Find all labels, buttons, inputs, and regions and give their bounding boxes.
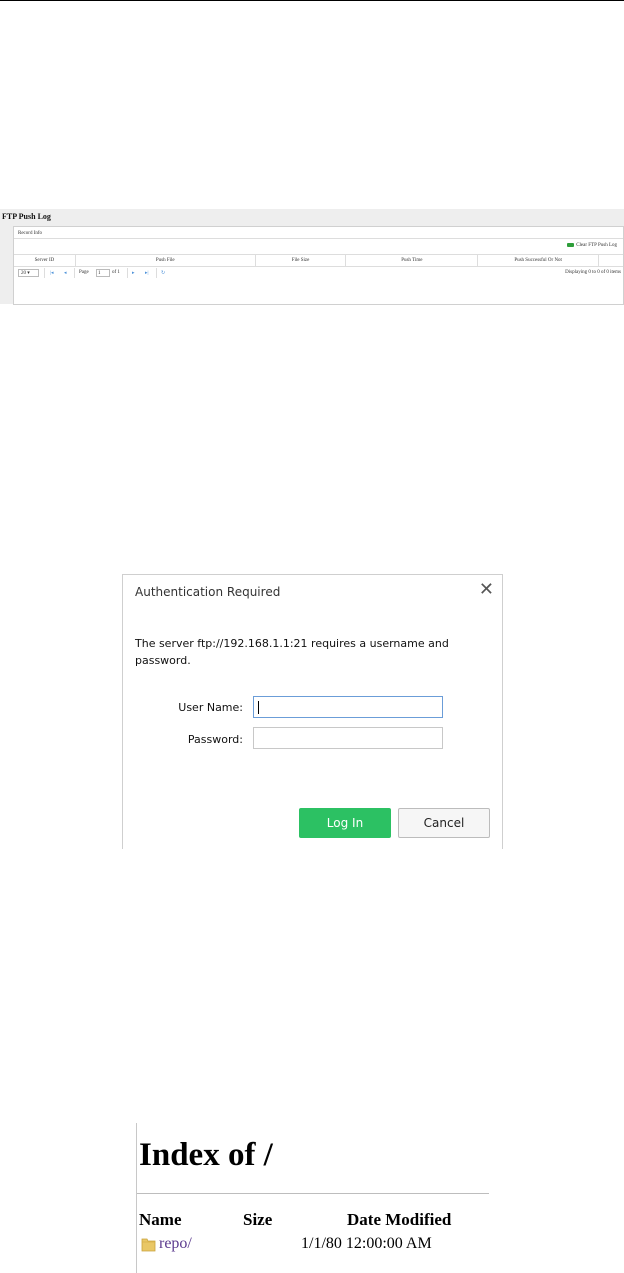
last-page-icon[interactable]: ▸| — [145, 270, 149, 276]
file-link-repo[interactable]: repo/ — [159, 1235, 192, 1253]
page-size-select[interactable]: 20 ▾ — [18, 269, 39, 277]
page-of-label: of 1 — [112, 270, 120, 275]
record-info-box: Record Info Clear FTP Push Log Server ID… — [13, 226, 624, 305]
clear-icon — [567, 243, 575, 247]
col-name: Name — [139, 1210, 182, 1229]
page-label: Page — [79, 270, 89, 275]
pager-separator — [44, 268, 45, 278]
col-filler — [599, 255, 623, 266]
password-label: Password: — [187, 733, 243, 746]
cancel-button[interactable]: Cancel — [398, 808, 490, 838]
folder-icon — [141, 1238, 156, 1252]
log-in-button[interactable]: Log In — [299, 808, 391, 838]
dialog-crop-edge — [122, 849, 503, 850]
col-push-time[interactable]: Push Time — [346, 255, 479, 266]
pager-separator — [127, 268, 128, 278]
password-field[interactable] — [253, 727, 443, 749]
top-border — [0, 0, 624, 1]
dialog-message: The server ftp://192.168.1.1:21 requires… — [135, 637, 449, 667]
next-page-icon[interactable]: ▸ — [132, 270, 135, 276]
row-date-modified: 1/1/80 12:00:00 AM — [301, 1235, 432, 1252]
clear-ftp-log-label: Clear FTP Push Log — [576, 243, 617, 249]
close-icon[interactable]: ✕ — [479, 581, 494, 599]
text-caret — [258, 701, 259, 714]
col-size: Size — [243, 1210, 273, 1229]
username-field[interactable] — [253, 696, 443, 718]
clear-ftp-log-button[interactable]: Clear FTP Push Log — [567, 243, 617, 248]
index-heading: Index of / — [139, 1137, 273, 1173]
prev-page-icon[interactable]: ◂ — [64, 270, 67, 276]
col-date-modified: Date Modified — [347, 1210, 452, 1229]
col-push-file[interactable]: Push File — [76, 255, 256, 266]
username-label: User Name: — [178, 701, 243, 714]
col-push-successful[interactable]: Push Successful Or Not — [478, 255, 600, 266]
displaying-info: Displaying 0 to 0 of 0 items — [565, 270, 621, 275]
col-server-id[interactable]: Server ID — [14, 255, 76, 266]
first-page-icon[interactable]: |◂ — [50, 270, 54, 276]
pager-separator — [74, 268, 75, 278]
refresh-icon[interactable]: ↻ — [161, 270, 165, 276]
directory-index: Index of / Name Size Date Modified repo/… — [136, 1123, 489, 1273]
record-info-label: Record Info — [14, 227, 623, 239]
pager-separator — [156, 268, 157, 278]
heading-divider — [137, 1193, 489, 1194]
col-file-size[interactable]: File Size — [256, 255, 347, 266]
authentication-dialog: Authentication Required ✕ The server ftp… — [122, 574, 503, 850]
page-number-input[interactable]: 1 — [96, 269, 110, 277]
ftp-push-log-panel: FTP Push Log Record Info Clear FTP Push … — [0, 209, 624, 305]
pager-bar: 20 ▾ |◂ ◂ Page 1 of 1 ▸ ▸| ↻ Displaying … — [14, 266, 623, 280]
dialog-title: Authentication Required — [135, 585, 281, 599]
ftp-push-log-title: FTP Push Log — [2, 212, 51, 221]
